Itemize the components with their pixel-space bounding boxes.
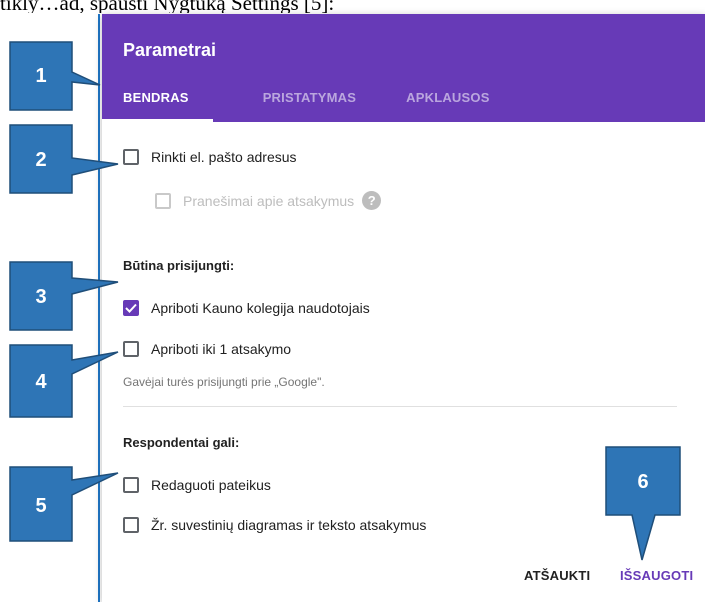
see-summary-checkbox[interactable] (123, 517, 139, 533)
collect-email-option[interactable]: Rinkti el. pašto adresus (123, 149, 297, 165)
callout-1-number: 1 (35, 65, 46, 87)
tab-general[interactable]: BENDRAS (102, 89, 213, 122)
cancel-button[interactable]: ATŠAUKTI (524, 568, 590, 583)
dialog-header: Parametrai BENDRAS PRISTATYMAS APKLAUSOS (102, 14, 705, 122)
callout-4-number: 4 (35, 371, 47, 393)
page-caption: tikly…ad, spausti Nygtuką Settings [5]: (0, 0, 335, 13)
callout-5-number: 5 (35, 495, 46, 517)
requires-signin-title: Būtina prisijungti: (123, 258, 235, 273)
response-receipts-option: Pranešimai apie atsakymus ? (155, 191, 382, 210)
callout-3-number: 3 (35, 286, 46, 308)
edit-after-option[interactable]: Redaguoti pateikus (123, 477, 271, 493)
restrict-org-checkbox[interactable] (123, 300, 139, 316)
respondents-title: Respondentai gali: (123, 435, 240, 450)
section-divider (123, 406, 677, 407)
settings-dialog: Parametrai BENDRAS PRISTATYMAS APKLAUSOS… (102, 14, 705, 602)
help-circle-icon[interactable]: ? (362, 191, 382, 210)
response-receipts-checkbox (155, 192, 171, 209)
restrict-org-option[interactable]: Apriboti Kauno kolegija naudotojais (123, 300, 370, 316)
check-icon (125, 303, 137, 313)
save-button[interactable]: IŠSAUGOTI (620, 568, 693, 583)
guide-line (98, 14, 100, 602)
edit-after-label: Redaguoti pateikus (151, 477, 271, 493)
see-summary-label: Žr. suvestinių diagramas ir teksto atsak… (151, 517, 427, 533)
callout-2-number: 2 (35, 149, 46, 171)
see-summary-option[interactable]: Žr. suvestinių diagramas ir teksto atsak… (123, 517, 426, 533)
signin-hint: Gavėjai turės prisijungti prie „Google". (123, 375, 325, 389)
dialog-title: Parametrai (123, 40, 217, 60)
tab-bar: BENDRAS PRISTATYMAS APKLAUSOS (102, 89, 540, 122)
limit-one-label: Apriboti iki 1 atsakymo (151, 341, 292, 357)
edit-after-checkbox[interactable] (123, 477, 139, 493)
response-receipts-label: Pranešimai apie atsakymus (183, 192, 355, 209)
tab-presentation[interactable]: PRISTATYMAS (263, 89, 356, 122)
limit-one-option[interactable]: Apriboti iki 1 atsakymo (123, 341, 291, 357)
limit-one-checkbox[interactable] (123, 341, 139, 357)
collect-email-checkbox[interactable] (123, 149, 139, 165)
tab-quizzes[interactable]: APKLAUSOS (406, 89, 489, 122)
restrict-org-label: Apriboti Kauno kolegija naudotojais (151, 300, 370, 316)
collect-email-label: Rinkti el. pašto adresus (151, 149, 297, 165)
callout-1: 1 (9, 41, 101, 111)
